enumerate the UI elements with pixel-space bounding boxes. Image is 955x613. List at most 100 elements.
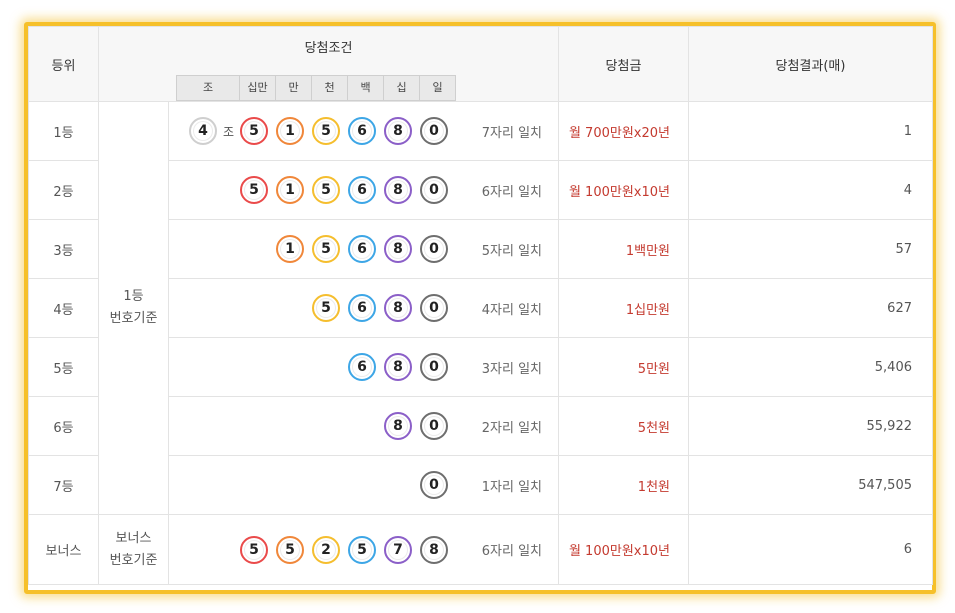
number-ball: 2	[312, 535, 340, 564]
prize-cell: 5만원	[558, 337, 689, 397]
rank-cell: 보너스	[28, 514, 99, 585]
count-cell: 1	[688, 101, 933, 161]
number-ball: 5	[348, 535, 376, 564]
count-cell: 547,505	[688, 455, 933, 515]
number-ball: 5	[240, 176, 268, 204]
number-ball: 5	[312, 176, 340, 204]
digit-position-header: 조 십만 만 천 백 십 일	[176, 75, 456, 101]
winning-numbers-cell: 4 조 5 1 5 6 8 0 7자리 일치	[168, 101, 559, 161]
number-ball: 8	[384, 412, 412, 440]
count-cell: 57	[688, 219, 933, 279]
basis-sublabel: 번호기준	[109, 552, 158, 568]
number-ball: 5	[240, 535, 268, 564]
number-ball: 5	[240, 117, 268, 145]
number-ball: 0	[420, 294, 448, 322]
count-cell: 627	[688, 278, 933, 338]
prize-cell: 월 700만원x20년	[558, 101, 689, 161]
group-ball: 4	[188, 117, 217, 145]
number-ball: 6	[348, 176, 376, 204]
number-ball: 6	[348, 117, 376, 145]
winning-numbers-cell: 8 0 2자리 일치	[168, 396, 559, 456]
winning-numbers-cell: 1 5 6 8 0 5자리 일치	[168, 219, 559, 279]
basis-label: 1등	[123, 289, 144, 304]
header-row: 등위 당첨조건 조 십만 만 천 백 십 일 당첨금 당첨결과(매)	[28, 26, 933, 102]
basis-label: 보너스	[115, 530, 152, 546]
number-ball: 8	[384, 294, 412, 322]
rank-cell: 2등	[28, 160, 99, 220]
match-label: 7자리 일치	[481, 125, 542, 141]
digit-header-100k: 십만	[239, 75, 276, 101]
rank-cell: 7등	[28, 455, 99, 515]
count-cell: 55,922	[688, 396, 933, 456]
winning-numbers-cell: 5 5 2 5 7 8 6자리 일치	[168, 514, 559, 585]
number-ball: 0	[420, 471, 448, 499]
number-ball: 1	[276, 117, 304, 145]
number-ball: 8	[384, 176, 412, 204]
prize-table: 등위 당첨조건 조 십만 만 천 백 십 일 당첨금 당첨결과(매) 1등 1등…	[28, 26, 933, 585]
winning-numbers-cell: 5 6 8 0 4자리 일치	[168, 278, 559, 338]
digit-header-1: 일	[419, 75, 456, 101]
ball-group: 8 0	[376, 397, 448, 455]
table-row: 보너스 보너스 번호기준 5 5 2 5 7 8 6자리 일치 월 100만원x…	[28, 514, 933, 585]
prize-cell: 1백만원	[558, 219, 689, 279]
ball-group: 6 8 0	[340, 338, 448, 396]
number-ball: 6	[348, 294, 376, 322]
jo-label: 조	[222, 124, 234, 139]
number-ball: 0	[420, 176, 448, 204]
rank-cell: 1등	[28, 101, 99, 161]
count-cell: 5,406	[688, 337, 933, 397]
prize-cell: 5천원	[558, 396, 689, 456]
digit-header-10: 십	[383, 75, 420, 101]
match-label: 6자리 일치	[481, 184, 542, 200]
header-condition: 당첨조건 조 십만 만 천 백 십 일	[98, 26, 559, 102]
number-ball: 0	[420, 117, 448, 145]
number-ball: 8	[384, 353, 412, 381]
header-rank: 등위	[28, 26, 99, 102]
rank-cell: 4등	[28, 278, 99, 338]
number-ball: 8	[420, 535, 448, 564]
winning-numbers-cell: 5 1 5 6 8 0 6자리 일치	[168, 160, 559, 220]
match-label: 1자리 일치	[481, 479, 542, 495]
number-ball: 8	[384, 235, 412, 263]
number-ball: 1	[276, 176, 304, 204]
results-panel: 등위 당첨조건 조 십만 만 천 백 십 일 당첨금 당첨결과(매) 1등 1등…	[24, 22, 936, 594]
number-ball: 5	[276, 535, 304, 564]
ball-group: 0	[412, 456, 448, 514]
digit-header-jo: 조	[176, 75, 240, 101]
number-ball: 0	[420, 235, 448, 263]
prize-cell: 월 100만원x10년	[558, 160, 689, 220]
number-ball: 1	[276, 235, 304, 263]
header-condition-label: 당첨조건	[304, 41, 353, 56]
winning-numbers-cell: 6 8 0 3자리 일치	[168, 337, 559, 397]
rank-cell: 5등	[28, 337, 99, 397]
digit-header-100: 백	[347, 75, 384, 101]
basis-cell-bonus: 보너스 번호기준	[98, 514, 169, 585]
count-cell: 4	[688, 160, 933, 220]
rank-cell: 6등	[28, 396, 99, 456]
number-ball: 6	[348, 353, 376, 381]
basis-sublabel: 번호기준	[109, 311, 158, 326]
rank-cell: 3등	[28, 219, 99, 279]
number-ball: 8	[384, 117, 412, 145]
match-label: 4자리 일치	[481, 302, 542, 318]
ball-group: 5 5 2 5 7 8	[232, 515, 448, 584]
number-ball: 7	[384, 535, 412, 564]
prize-cell: 1십만원	[558, 278, 689, 338]
digit-header-10k: 만	[275, 75, 312, 101]
ball-group: 1 5 6 8 0	[268, 220, 448, 278]
prize-cell: 1천원	[558, 455, 689, 515]
match-label: 2자리 일치	[481, 420, 542, 436]
number-ball: 0	[420, 412, 448, 440]
prize-cell: 월 100만원x10년	[558, 514, 689, 585]
number-ball: 5	[312, 294, 340, 322]
count-cell: 6	[688, 514, 933, 585]
match-label: 6자리 일치	[481, 544, 542, 559]
header-result: 당첨결과(매)	[688, 26, 933, 102]
header-prize: 당첨금	[558, 26, 689, 102]
number-ball: 6	[348, 235, 376, 263]
basis-cell-first: 1등 번호기준	[98, 101, 169, 515]
table-row: 1등 1등 번호기준 4 조 5 1 5 6 8 0 7자리 일치 월 700만…	[28, 101, 933, 515]
number-ball: 5	[312, 235, 340, 263]
winning-numbers-cell: 0 1자리 일치	[168, 455, 559, 515]
digit-header-1k: 천	[311, 75, 348, 101]
